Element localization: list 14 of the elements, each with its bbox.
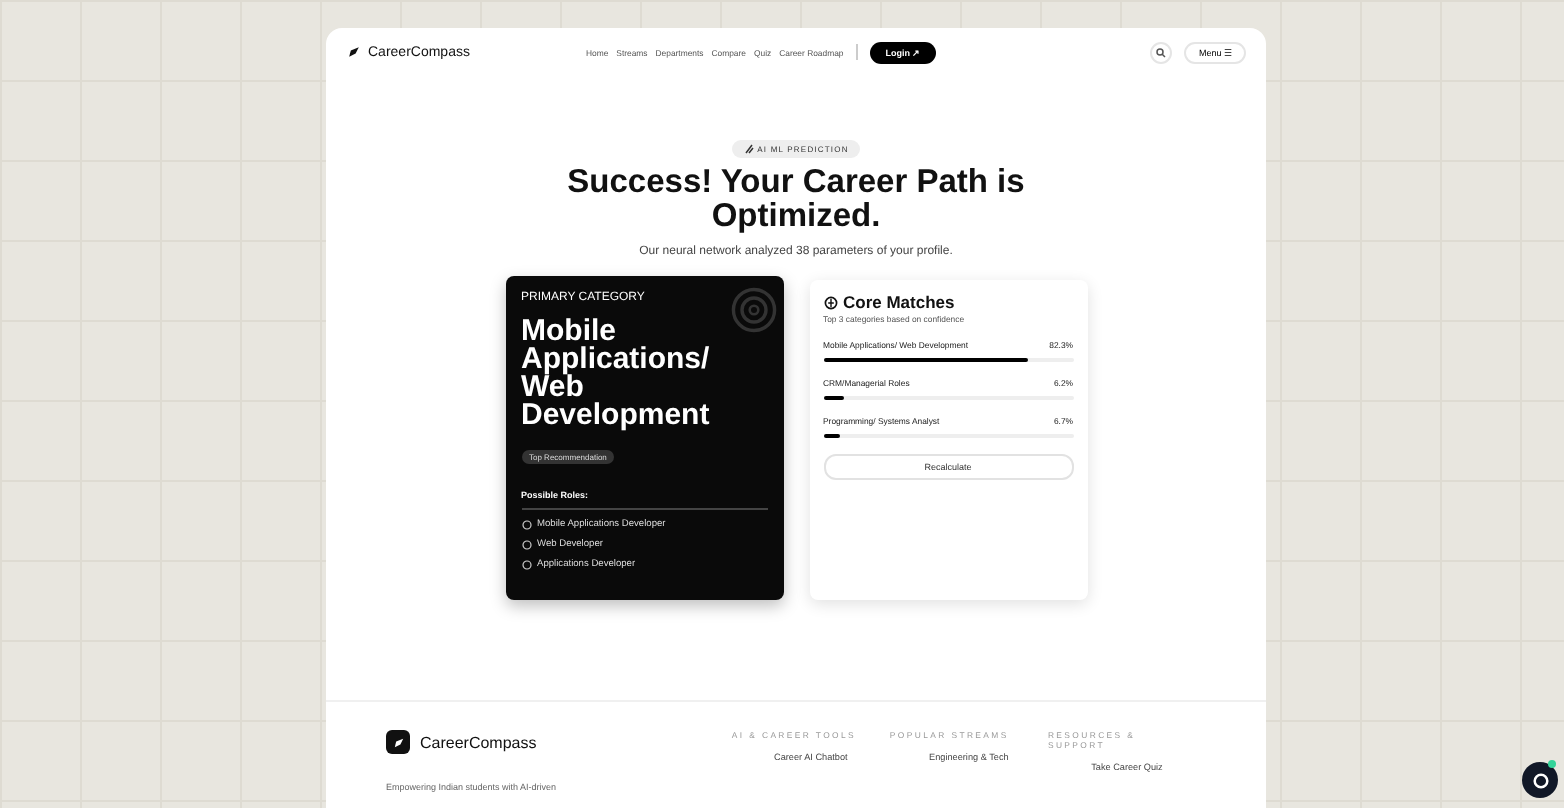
search-icon <box>1156 47 1167 57</box>
check-circle-icon <box>521 540 531 550</box>
category-title: Mobile Applications/ Web Development <box>521 318 712 430</box>
matches-title: Core Matches <box>843 292 955 312</box>
target-icon <box>729 286 777 334</box>
success-heading: Success! Your Career Path is Optimized. <box>566 166 1026 234</box>
spark-icon <box>743 144 754 154</box>
check-circle-icon <box>521 560 531 570</box>
search-button[interactable] <box>1150 41 1173 63</box>
footer-brand[interactable]: CareerCompass <box>420 733 537 751</box>
chat-icon <box>1531 771 1549 789</box>
chat-button[interactable] <box>1522 762 1558 798</box>
online-indicator <box>1548 760 1556 768</box>
check-circle-icon <box>521 520 531 530</box>
